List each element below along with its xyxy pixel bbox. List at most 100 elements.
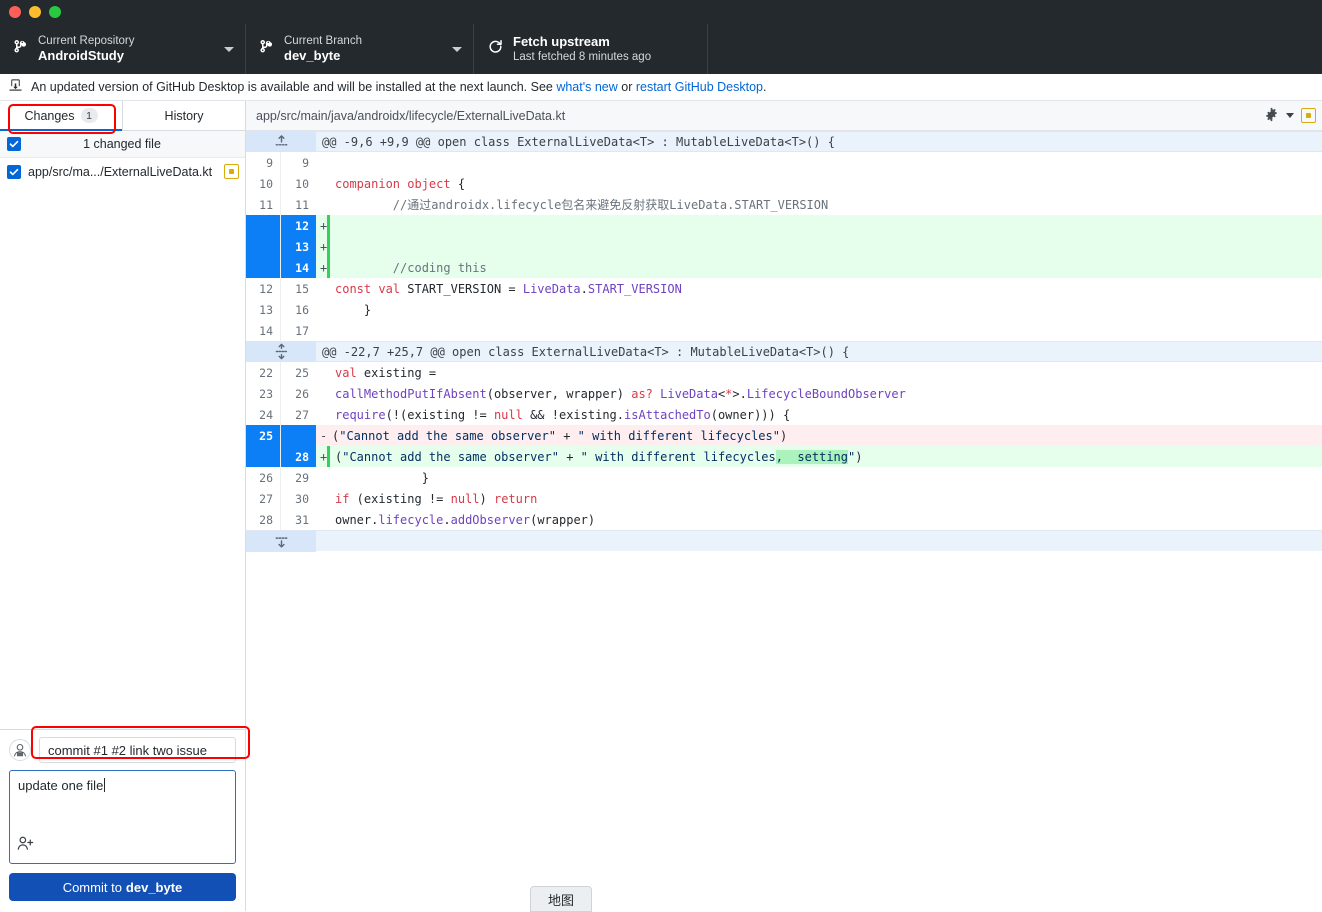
expand-both-icon[interactable] [246,341,316,362]
diff-row[interactable]: 23 26 callMethodPutIfAbsent (observer, wr… [246,383,1322,404]
new-line-number: 25 [281,362,316,383]
old-line-number: 27 [246,488,281,509]
changes-count-badge: 1 [80,108,98,123]
new-line-number: 15 [281,278,316,299]
diff-code [327,236,1322,257]
expand-down-icon[interactable] [246,530,316,552]
sidebar-tabs: Changes 1 History [0,101,245,131]
window-minimize-button[interactable] [29,6,41,18]
diff-code: callMethodPutIfAbsent (observer, wrapper)… [335,386,906,401]
commit-button[interactable]: Commit to dev_byte [9,873,236,901]
diff-marker [316,152,330,173]
branch-icon [259,39,275,60]
gear-icon[interactable] [1264,107,1279,125]
diff-row-added[interactable]: 28 + ("Cannot add the same observer" + "… [246,446,1322,467]
diff-row[interactable]: 26 29 } [246,467,1322,488]
diff-row[interactable]: 12 15 const val START_VERSION = LiveData… [246,278,1322,299]
diff-code: companion object { [335,176,466,191]
diff-row-added[interactable]: 13 + [246,236,1322,257]
diff-marker [316,320,330,341]
diff-row[interactable]: 28 31 owner. lifecycle. addObserver (wrappe… [246,509,1322,530]
desktop-download-icon [8,78,23,96]
hunk-expand-down[interactable] [246,530,1322,552]
expand-up-icon[interactable] [246,131,316,152]
diff-row[interactable]: 14 17 [246,320,1322,341]
old-line-number: 22 [246,362,281,383]
tab-changes[interactable]: Changes 1 [0,101,122,131]
whats-new-link[interactable]: what's new [556,80,617,94]
chevron-down-icon[interactable] [1286,113,1294,118]
diff-row[interactable]: 24 27 require (!(existing != null && !exi… [246,404,1322,425]
new-line-number: 16 [281,299,316,320]
old-line-number [246,215,281,236]
window-close-button[interactable] [9,6,21,18]
text-cursor [104,778,106,792]
old-line-number: 14 [246,320,281,341]
new-line-number [281,425,316,446]
modified-file-icon[interactable] [1301,108,1316,123]
modified-file-icon [224,164,239,179]
old-line-number: 10 [246,173,281,194]
diff-marker: - [316,425,330,446]
diff-file-path: app/src/main/java/androidx/lifecycle/Ext… [256,108,566,123]
diff-code: ("Cannot add the same observer" + " with… [327,446,1322,467]
old-line-number: 9 [246,152,281,173]
diff-row[interactable]: 11 11 //通过androidx.lifecycle包名来避免反射获取Liv… [246,194,1322,215]
old-line-number: 13 [246,299,281,320]
diff-marker [316,467,330,488]
diff-row[interactable]: 9 9 [246,152,1322,173]
restart-github-desktop-link[interactable]: restart GitHub Desktop [636,80,763,94]
diff-row[interactable]: 10 10 companion object { [246,173,1322,194]
diff-row-added[interactable]: 14 + //coding this [246,257,1322,278]
new-line-number: 10 [281,173,316,194]
diff-viewer[interactable]: @@ -9,6 +9,9 @@ open class ExternalLiveD… [246,131,1322,911]
banner-text-after: . [762,80,767,94]
current-repository-label: Current Repository [38,35,135,47]
diff-row-added[interactable]: 12 + [246,215,1322,236]
diff-marker [316,299,330,320]
select-all-files-checkbox[interactable] [7,137,21,151]
diff-row[interactable]: 27 30 if (existing != null) return [246,488,1322,509]
new-line-number: 12 [281,215,316,236]
diff-code: ("Cannot add the same observer" + " with… [330,425,1322,446]
commit-button-prefix: Commit to [62,879,122,895]
map-chip[interactable]: 地图 [530,886,592,912]
commit-form: commit #1 #2 link two issue update one f… [0,729,245,911]
diff-row-removed[interactable]: 25 - ("Cannot add the same observer" + "… [246,425,1322,446]
fetch-upstream-button[interactable]: Fetch upstream Last fetched 8 minutes ag… [474,24,708,74]
old-line-number: 23 [246,383,281,404]
hunk-header[interactable]: @@ -9,6 +9,9 @@ open class ExternalLiveD… [246,131,1322,152]
window-maximize-button[interactable] [49,6,61,18]
diff-marker [316,509,330,530]
diff-marker [316,404,330,425]
chevron-down-icon [224,46,234,52]
diff-code: } [335,302,372,317]
update-banner: An updated version of GitHub Desktop is … [0,74,1322,101]
main-content: Changes 1 History 1 changed file app/src… [0,101,1322,911]
diff-row[interactable]: 13 16 } [246,299,1322,320]
diff-code [330,152,1322,173]
diff-code: } [335,470,429,485]
commit-description-value: update one file [18,778,104,793]
current-repository-button[interactable]: Current Repository AndroidStudy [0,24,246,74]
hunk-header[interactable]: @@ -22,7 +25,7 @@ open class ExternalLiv… [246,341,1322,362]
new-line-number: 14 [281,257,316,278]
list-item[interactable]: app/src/ma.../ExternalLiveData.kt [0,158,245,185]
file-name-label: app/src/ma.../ExternalLiveData.kt [28,164,213,179]
tab-history[interactable]: History [122,101,245,130]
commit-description-input[interactable]: update one file [9,770,236,864]
diff-marker [316,278,330,299]
old-line-number: 12 [246,278,281,299]
diff-code: owner. lifecycle. addObserver (wrapper) [335,512,596,527]
commit-summary-input[interactable]: commit #1 #2 link two issue [39,737,236,763]
current-branch-button[interactable]: Current Branch dev_byte [246,24,474,74]
file-checkbox[interactable] [7,164,21,179]
add-person-icon[interactable] [16,834,35,858]
diff-marker [316,362,330,383]
chevron-down-icon [452,46,462,52]
diff-row[interactable]: 22 25 val existing = [246,362,1322,383]
sync-icon [487,38,504,60]
diff-file-path-bar: app/src/main/java/androidx/lifecycle/Ext… [246,101,1322,131]
diff-code: val existing = [335,365,437,380]
